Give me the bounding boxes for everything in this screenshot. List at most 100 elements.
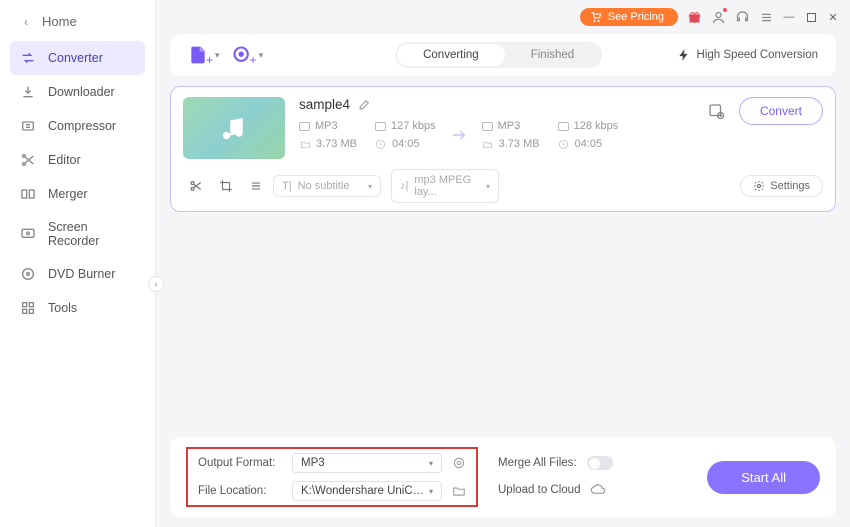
bitrate-icon bbox=[558, 122, 569, 131]
nav-label: Merger bbox=[48, 187, 88, 201]
nav-label: DVD Burner bbox=[48, 267, 115, 281]
cloud-icon[interactable] bbox=[590, 482, 606, 498]
menu-icon[interactable] bbox=[758, 9, 774, 25]
arrow-right-icon bbox=[442, 126, 476, 144]
clock-icon bbox=[375, 138, 387, 150]
sidebar-item-tools[interactable]: Tools bbox=[0, 291, 155, 325]
sidebar-collapse-handle[interactable]: ‹ bbox=[148, 276, 164, 292]
file-settings-button[interactable]: Settings bbox=[740, 175, 823, 197]
src-format: MP3 bbox=[315, 120, 338, 132]
close-button[interactable]: ✕ bbox=[826, 10, 840, 24]
file-location-label: File Location: bbox=[198, 485, 282, 497]
layout-value: mp3 MPEG lay... bbox=[414, 174, 480, 198]
chevron-down-icon: ▾ bbox=[486, 182, 490, 191]
screen-recorder-icon bbox=[20, 226, 36, 242]
gift-icon[interactable] bbox=[686, 9, 702, 25]
upload-label: Upload to Cloud bbox=[498, 484, 580, 496]
audio-icon: ♪| bbox=[400, 180, 408, 192]
gear-icon bbox=[753, 180, 765, 192]
folder-icon bbox=[482, 138, 494, 150]
subtitle-dropdown[interactable]: T| No subtitle ▾ bbox=[273, 175, 381, 197]
nav-list: Converter Downloader Compressor Editor M… bbox=[0, 41, 155, 325]
add-file-button[interactable]: + ▾ bbox=[188, 43, 220, 67]
nav-label: Editor bbox=[48, 153, 81, 167]
subtitle-icon: T| bbox=[282, 180, 292, 192]
back-home[interactable]: ‹ Home bbox=[0, 0, 155, 41]
converter-icon bbox=[20, 50, 36, 66]
nav-label: Converter bbox=[48, 51, 103, 65]
maximize-button[interactable] bbox=[804, 10, 818, 24]
nav-label: Downloader bbox=[48, 85, 115, 99]
file-card: sample4 MP3 3.73 MB 127 kbps 04:05 bbox=[170, 86, 836, 212]
file-location-dropdown[interactable]: K:\Wondershare UniConverter 1 ▾ bbox=[292, 481, 442, 501]
cut-icon[interactable] bbox=[189, 179, 203, 193]
settings-label: Settings bbox=[770, 180, 810, 192]
hsc-label: High Speed Conversion bbox=[697, 49, 818, 61]
output-format-value: MP3 bbox=[301, 457, 325, 469]
headset-icon[interactable] bbox=[734, 9, 750, 25]
status-tabs: Converting Finished bbox=[395, 42, 602, 68]
sidebar: ‹ Home Converter Downloader Compressor E… bbox=[0, 0, 156, 527]
src-duration: 04:05 bbox=[392, 138, 420, 150]
tab-finished[interactable]: Finished bbox=[505, 44, 600, 66]
sidebar-item-converter[interactable]: Converter bbox=[10, 41, 145, 75]
main-area: See Pricing — ✕ + ▾ + ▾ Converting Finis… bbox=[156, 0, 850, 527]
format-icon bbox=[299, 122, 310, 131]
crop-icon[interactable] bbox=[219, 179, 233, 193]
format-icon bbox=[482, 122, 493, 131]
minimize-button[interactable]: — bbox=[782, 10, 796, 24]
chevron-down-icon: ▾ bbox=[259, 50, 264, 61]
chevron-down-icon: ▾ bbox=[215, 50, 220, 61]
dst-bitrate: 128 kbps bbox=[574, 120, 619, 132]
file-thumbnail bbox=[183, 97, 285, 159]
list-icon[interactable] bbox=[249, 179, 263, 193]
sidebar-item-compressor[interactable]: Compressor bbox=[0, 109, 155, 143]
output-format-label: Output Format: bbox=[198, 457, 282, 469]
dst-duration: 04:05 bbox=[575, 138, 603, 150]
bolt-icon bbox=[677, 48, 691, 62]
open-folder-icon[interactable] bbox=[452, 484, 466, 498]
file-name: sample4 bbox=[299, 97, 350, 112]
edit-icon[interactable] bbox=[358, 98, 371, 111]
sidebar-item-editor[interactable]: Editor bbox=[0, 143, 155, 177]
tab-converting[interactable]: Converting bbox=[397, 44, 505, 66]
download-icon bbox=[20, 84, 36, 100]
sidebar-item-dvd-burner[interactable]: DVD Burner bbox=[0, 257, 155, 291]
convert-button[interactable]: Convert bbox=[739, 97, 823, 125]
output-settings-icon[interactable] bbox=[452, 456, 466, 470]
file-settings-icon[interactable] bbox=[707, 102, 725, 120]
cart-icon bbox=[590, 11, 602, 23]
middle-options: Merge All Files: Upload to Cloud bbox=[498, 456, 613, 498]
back-label: Home bbox=[42, 14, 77, 29]
nav-label: Compressor bbox=[48, 119, 116, 133]
chevron-down-icon: ▾ bbox=[368, 182, 372, 191]
chevron-down-icon: ▾ bbox=[429, 487, 433, 496]
sidebar-item-downloader[interactable]: Downloader bbox=[0, 75, 155, 109]
start-all-button[interactable]: Start All bbox=[707, 461, 820, 494]
grid-icon bbox=[20, 300, 36, 316]
sidebar-item-screen-recorder[interactable]: Screen Recorder bbox=[0, 211, 155, 257]
dst-size: 3.73 MB bbox=[499, 138, 540, 150]
dst-format: MP3 bbox=[498, 120, 521, 132]
src-size: 3.73 MB bbox=[316, 138, 357, 150]
nav-label: Screen Recorder bbox=[48, 220, 137, 248]
folder-icon bbox=[299, 138, 311, 150]
pricing-label: See Pricing bbox=[608, 11, 664, 23]
merge-toggle[interactable] bbox=[587, 456, 613, 470]
compressor-icon bbox=[20, 118, 36, 134]
clock-icon bbox=[558, 138, 570, 150]
disc-icon bbox=[20, 266, 36, 282]
see-pricing-button[interactable]: See Pricing bbox=[580, 8, 678, 26]
add-disc-button[interactable]: + ▾ bbox=[232, 43, 264, 67]
output-format-dropdown[interactable]: MP3 ▾ bbox=[292, 453, 442, 473]
mini-tools bbox=[183, 179, 263, 193]
high-speed-toggle[interactable]: High Speed Conversion bbox=[677, 48, 818, 62]
nav-label: Tools bbox=[48, 301, 77, 315]
user-icon[interactable] bbox=[710, 9, 726, 25]
toolbar: + ▾ + ▾ Converting Finished High Speed C… bbox=[170, 34, 836, 76]
src-bitrate: 127 kbps bbox=[391, 120, 436, 132]
sidebar-item-merger[interactable]: Merger bbox=[0, 177, 155, 211]
bitrate-icon bbox=[375, 122, 386, 131]
audio-layout-dropdown[interactable]: ♪| mp3 MPEG lay... ▾ bbox=[391, 169, 499, 203]
subtitle-value: No subtitle bbox=[298, 180, 350, 192]
